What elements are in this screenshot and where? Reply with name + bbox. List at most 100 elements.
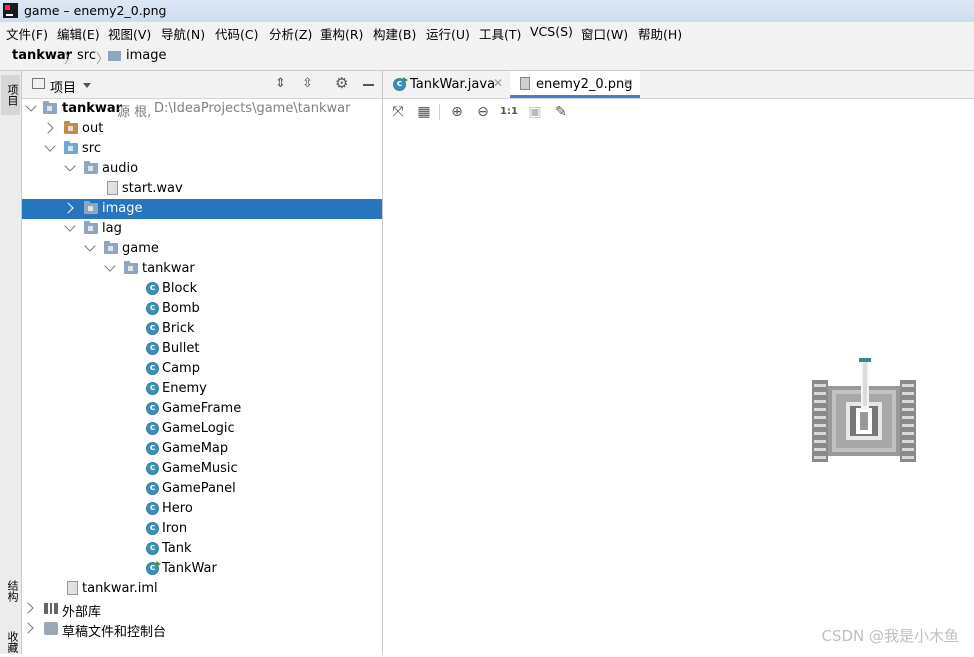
close-icon[interactable]: ✕ [493,76,503,90]
tree-node-class[interactable]: c Bullet [22,339,382,359]
breadcrumb-separator: 〉 [64,52,78,67]
window-title: game – enemy2_0.png [24,3,167,18]
tree-node-class[interactable]: c Block [22,279,382,299]
fit-zoom-icon[interactable]: ⤧ [389,103,407,121]
menu-vcs[interactable]: VCS(S) [530,24,573,39]
watermark: CSDN @我是小木鱼 [821,627,959,645]
tree-label: audio [102,161,139,176]
tree-node-class[interactable]: c Enemy [22,379,382,399]
actual-size-button[interactable]: 1:1 [500,103,518,121]
folder-icon [84,161,98,174]
menu-navigate[interactable]: 导航(N) [161,24,205,43]
source-root-tag: 源 根, [117,105,152,120]
tree-label: GameFrame [162,401,242,416]
tree-node-class[interactable]: c Brick [22,319,382,339]
menu-edit[interactable]: 编辑(E) [57,24,100,43]
project-tool-tab[interactable]: 项目 [1,75,20,115]
grid-icon[interactable]: ▦ [415,103,433,121]
zoom-in-icon[interactable]: ⊕ [448,103,466,121]
tree-node-class[interactable]: c GameMap [22,439,382,459]
tree-node-class[interactable]: c TankWar [22,559,382,579]
tree-label: Hero [162,501,193,516]
menu-refactor[interactable]: 重构(R) [320,24,363,43]
collapse-all-icon[interactable]: ⇳ [302,76,313,91]
tree-node-class[interactable]: c Iron [22,519,382,539]
class-icon: c [146,302,159,315]
tree-node-class[interactable]: c GameFrame [22,399,382,419]
minimize-icon[interactable] [363,84,374,86]
chevron-right-icon[interactable] [22,622,34,634]
tab-enemy2-png[interactable]: enemy2_0.png ✕ [510,71,640,98]
tree-label: Bomb [162,301,200,316]
menu-tools[interactable]: 工具(T) [479,24,521,43]
menu-help[interactable]: 帮助(H) [638,24,682,43]
tree-label: Tank [162,541,192,556]
project-view-icon [32,78,45,89]
tree-node-scratches[interactable]: 草稿文件和控制台 [22,619,382,640]
structure-tool-tab[interactable]: 结构 [1,571,20,611]
zoom-out-icon[interactable]: ⊖ [474,103,492,121]
tree-node-class[interactable]: c Camp [22,359,382,379]
chevron-right-icon[interactable] [22,602,34,614]
breadcrumb-image[interactable]: image [126,48,167,63]
tree-node-external-libraries[interactable]: 外部库 [22,599,382,620]
tree-node-class[interactable]: c Bomb [22,299,382,319]
folder-icon [64,141,78,154]
tree-node-class[interactable]: c Tank [22,539,382,559]
tree-node-class[interactable]: c GamePanel [22,479,382,499]
menu-build[interactable]: 构建(B) [373,24,416,43]
menu-code[interactable]: 代码(C) [215,24,258,43]
module-file-icon [67,581,78,595]
chevron-down-icon[interactable] [83,83,91,88]
chevron-down-icon[interactable] [25,100,37,112]
tree-node-image[interactable]: image [22,199,382,219]
expand-all-icon[interactable]: ⇕ [275,76,286,91]
gear-icon[interactable]: ⚙ [335,74,348,92]
menu-window[interactable]: 窗口(W) [581,24,628,43]
tree-node-start-wav[interactable]: start.wav [22,179,382,199]
tree-label: GameMusic [162,461,238,476]
chevron-down-icon[interactable] [104,260,116,272]
tree-label: start.wav [122,181,183,196]
tree-node-class[interactable]: c GameLogic [22,419,382,439]
breadcrumb: tankwar 〉 src 〉 image [0,42,974,71]
tree-label: GameLogic [162,421,235,436]
tree-node-src[interactable]: src [22,139,382,159]
tree-node-game[interactable]: game [22,239,382,259]
title-bar: game – enemy2_0.png [0,0,974,23]
tree-node-root[interactable]: tankwar 源 根, D:\IdeaProjects\game\tankwa… [22,99,382,120]
bookmark-tool-tab[interactable]: 收藏 [1,627,20,657]
class-icon: c [146,442,159,455]
tree-node-lag[interactable]: lag [22,219,382,239]
close-icon[interactable]: ✕ [623,76,633,90]
menu-file[interactable]: 文件(F) [6,24,48,43]
folder-icon [64,121,78,134]
tree-node-tankwar-package[interactable]: tankwar [22,259,382,279]
background-icon[interactable]: ▣ [526,103,544,121]
folder-icon [84,221,98,234]
class-icon: c [146,322,159,335]
class-icon: c [146,382,159,395]
menu-run[interactable]: 运行(U) [426,24,470,43]
color-picker-icon[interactable]: ✎ [552,103,570,121]
chevron-down-icon[interactable] [84,240,96,252]
tree-label: TankWar [162,561,217,576]
menu-bar: 文件(F) 编辑(E) 视图(V) 导航(N) 代码(C) 分析(Z) 重构(R… [0,22,974,42]
tree-node-class[interactable]: c Hero [22,499,382,519]
tree-label: GameMap [162,441,229,456]
project-panel-title[interactable]: 项目 [50,77,76,96]
chevron-down-icon[interactable] [64,220,76,232]
breadcrumb-src[interactable]: src [77,48,96,63]
menu-analyze[interactable]: 分析(Z) [269,24,312,43]
chevron-down-icon[interactable] [44,140,56,152]
tree-node-out[interactable]: out [22,119,382,139]
tree-node-audio[interactable]: audio [22,159,382,179]
chevron-right-icon[interactable] [62,202,74,214]
chevron-right-icon[interactable] [42,122,54,134]
tree-node-class[interactable]: c GameMusic [22,459,382,479]
menu-view[interactable]: 视图(V) [108,24,151,43]
chevron-down-icon[interactable] [64,160,76,172]
tab-tankwar-java[interactable]: c TankWar.java ✕ [383,71,509,98]
tree-node-iml[interactable]: tankwar.iml [22,579,382,599]
folder-icon [124,261,138,274]
